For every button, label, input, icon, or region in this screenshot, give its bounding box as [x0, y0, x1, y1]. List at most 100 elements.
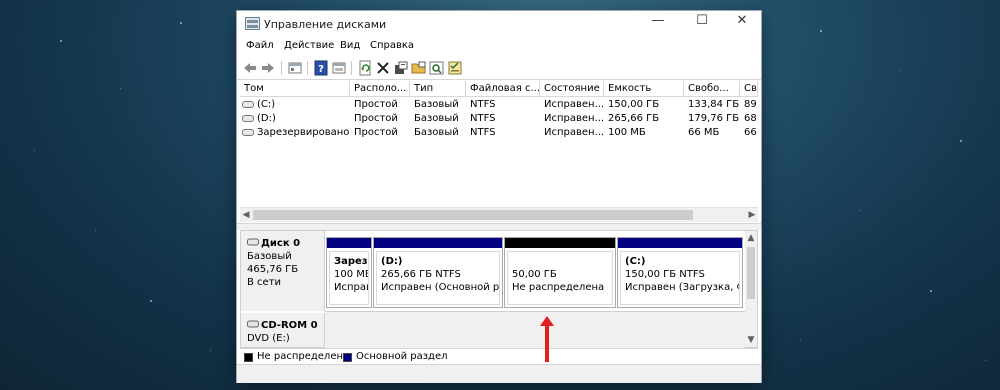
free-pct-cell: 89: [744, 99, 757, 110]
minimize-button[interactable]: —: [639, 11, 677, 31]
legend-primary-swatch: [343, 353, 352, 362]
capacity-cell: 265,66 ГБ: [608, 113, 660, 124]
checklist-icon[interactable]: [447, 60, 463, 76]
menu-action[interactable]: Действие: [284, 40, 334, 51]
disk-0-label[interactable]: Диск 0 Базовый 465,76 ГБ В сети: [241, 231, 325, 311]
cdrom-icon: [247, 320, 259, 328]
properties-icon[interactable]: [287, 60, 303, 76]
menu-help[interactable]: Справка: [370, 40, 414, 51]
delete-icon[interactable]: [375, 60, 391, 76]
console-icon[interactable]: [331, 60, 347, 76]
disk-management-app-icon: [245, 17, 260, 30]
free-pct-cell: 66: [744, 127, 757, 138]
filesystem-cell: NTFS: [470, 99, 496, 110]
type-cell: Базовый: [414, 99, 459, 110]
disk-map-vertical-scrollbar[interactable]: ▲ ▼: [745, 231, 757, 347]
free-cell: 66 МБ: [688, 127, 720, 138]
column-header-layout[interactable]: Располо...: [350, 81, 410, 97]
type-cell: Базовый: [414, 113, 459, 124]
status-bar: [237, 364, 761, 383]
menu-view[interactable]: Вид: [340, 40, 360, 51]
scroll-right-icon[interactable]: ▶: [746, 208, 758, 222]
partition-info: (C:) 150,00 ГБ NTFS Исправен (Загрузка, …: [620, 251, 740, 305]
volume-list: Том Располо... Тип Файловая с... Состоян…: [240, 81, 758, 207]
filesystem-cell: NTFS: [470, 127, 496, 138]
disk-icon: [247, 238, 259, 246]
table-row[interactable]: (D:) Простой Базовый NTFS Исправен... 26…: [240, 112, 758, 125]
column-header-type[interactable]: Тип: [410, 81, 466, 97]
capacity-cell: 100 МБ: [608, 127, 646, 138]
partition-size: 50,00 ГБ: [512, 269, 557, 280]
refresh-icon[interactable]: [357, 60, 373, 76]
partition-unallocated[interactable]: 50,00 ГБ Не распределена: [504, 237, 616, 308]
partition-band: [374, 238, 502, 248]
disk-0-state: В сети: [247, 277, 282, 288]
legend-primary-label: Основной раздел: [356, 351, 448, 362]
cdrom-0-name: CD-ROM 0: [261, 320, 318, 331]
partition-size: 100 МБ: [334, 269, 369, 280]
open-icon[interactable]: [411, 60, 427, 76]
settings-icon[interactable]: [393, 60, 409, 76]
scrollbar-thumb[interactable]: [747, 247, 755, 299]
column-header-capacity[interactable]: Емкость: [604, 81, 684, 97]
status-cell: Исправен...: [544, 127, 604, 138]
column-header-volume[interactable]: Том: [240, 81, 350, 97]
column-header-free[interactable]: Свобо...: [684, 81, 740, 97]
table-row[interactable]: (C:) Простой Базовый NTFS Исправен... 15…: [240, 98, 758, 111]
column-header-status[interactable]: Состояние: [540, 81, 604, 97]
status-cell: Исправен...: [544, 99, 604, 110]
annotation-arrow: [540, 316, 554, 362]
partition-band: [327, 238, 371, 248]
partition-band: [505, 238, 615, 248]
close-button[interactable]: ✕: [723, 11, 761, 31]
partition-title: (C:): [625, 256, 646, 267]
scroll-down-icon[interactable]: ▼: [745, 333, 757, 347]
cdrom-0-label[interactable]: CD-ROM 0 DVD (E:): [241, 313, 325, 347]
partition-reserved[interactable]: Зарезе 100 МБ Исправ: [326, 237, 372, 308]
scroll-left-icon[interactable]: ◀: [240, 208, 252, 222]
volume-name-cell: (D:): [240, 112, 350, 125]
menu-bar: Файл Действие Вид Справка: [237, 37, 761, 57]
table-row[interactable]: Зарезервировано... Простой Базовый NTFS …: [240, 126, 758, 139]
drive-icon: [242, 129, 254, 136]
free-pct-cell: 68: [744, 113, 757, 124]
partition-info: (D:) 265,66 ГБ NTFS Исправен (Основной р…: [376, 251, 500, 305]
legend-unallocated-label: Не распределена: [257, 351, 350, 362]
free-cell: 133,84 ГБ: [688, 99, 740, 110]
partition-band: [618, 238, 742, 248]
scroll-up-icon[interactable]: ▲: [745, 231, 757, 245]
drive-icon: [242, 115, 254, 122]
toolbar-separator: [351, 61, 352, 75]
partition-info: Зарезе 100 МБ Исправ: [329, 251, 369, 305]
disk-map: Диск 0 Базовый 465,76 ГБ В сети Зарезе 1…: [240, 230, 758, 348]
volume-name-cell: (C:): [240, 98, 350, 111]
partition-c[interactable]: (C:) 150,00 ГБ NTFS Исправен (Загрузка, …: [617, 237, 743, 308]
menu-file[interactable]: Файл: [246, 40, 274, 51]
disk-0-size: 465,76 ГБ: [247, 264, 299, 275]
legend-unallocated-swatch: [244, 353, 253, 362]
pane-splitter[interactable]: [237, 223, 761, 230]
search-icon[interactable]: [429, 60, 445, 76]
back-icon[interactable]: [242, 60, 258, 76]
scrollbar-thumb[interactable]: [253, 210, 693, 220]
cdrom-0-area: [325, 311, 745, 348]
partition-title: (D:): [381, 256, 403, 267]
forward-icon[interactable]: [260, 60, 276, 76]
column-header-filesystem[interactable]: Файловая с...: [466, 81, 540, 97]
partition-d[interactable]: (D:) 265,66 ГБ NTFS Исправен (Основной р…: [373, 237, 503, 308]
capacity-cell: 150,00 ГБ: [608, 99, 660, 110]
legend: Не распределена Основной раздел: [240, 348, 758, 365]
free-cell: 179,76 ГБ: [688, 113, 740, 124]
title-bar: Управление дисками — ☐ ✕: [237, 11, 761, 37]
partition-info: 50,00 ГБ Не распределена: [507, 251, 613, 305]
cdrom-0-type: DVD (E:): [247, 333, 290, 344]
maximize-button[interactable]: ☐: [683, 11, 721, 31]
disk-0-type: Базовый: [247, 251, 292, 262]
help-icon[interactable]: ?: [313, 60, 329, 76]
status-cell: Исправен...: [544, 113, 604, 124]
volume-list-horizontal-scrollbar[interactable]: ◀ ▶: [240, 207, 758, 222]
type-cell: Базовый: [414, 127, 459, 138]
column-header-free-pct[interactable]: Св: [740, 81, 758, 97]
filesystem-cell: NTFS: [470, 113, 496, 124]
volume-name-cell: Зарезервировано...: [240, 126, 350, 139]
